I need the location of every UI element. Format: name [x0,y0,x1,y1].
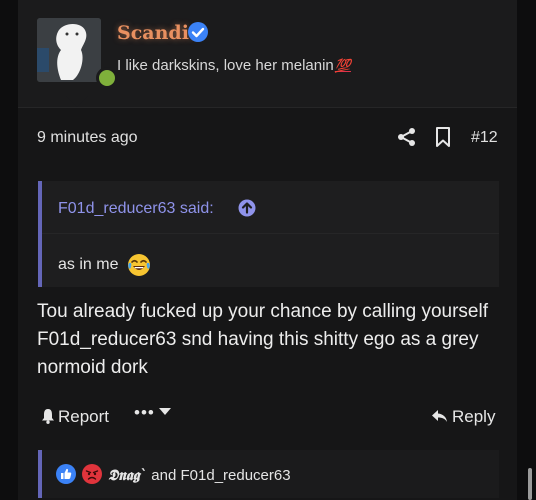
quote-author-link[interactable]: F01d_reducer63 said: [58,200,214,218]
hundred-points-icon: 💯 [334,58,351,73]
reactor-name-2[interactable]: F01d_reducer63 [181,467,291,484]
post-author-name[interactable]: Scandi. [117,22,196,44]
quote-block: F01d_reducer63 said: as in me [38,181,499,287]
joy-emoji-icon [127,254,150,276]
scrollbar[interactable] [528,468,532,500]
report-button[interactable]: Report [41,407,109,427]
post-user-block: Scandi. I like darkskins, love her melan… [18,0,517,108]
post-number-link[interactable]: #12 [471,129,498,147]
more-options-label: ••• [134,403,155,422]
report-label: Report [58,407,110,426]
bell-icon [42,409,54,424]
post-meta-row: 9 minutes ago #12 [18,112,517,162]
user-title-text: I like darkskins, love her melanin [117,57,334,74]
post-actions: Report ••• Reply [18,398,517,438]
online-status-icon [96,67,118,89]
post-container: Scandi. I like darkskins, love her melan… [18,0,517,500]
jump-to-quote-icon[interactable] [238,199,256,217]
reply-label: Reply [452,407,496,426]
angry-icon [82,464,102,484]
quote-header: F01d_reducer63 said: [42,181,499,234]
chevron-down-icon [158,408,171,415]
like-icon [56,464,76,484]
reactor-name-1[interactable]: 𝕯𝖓𝖆𝖌` [108,466,147,484]
more-options-button[interactable]: ••• [134,403,171,423]
bookmark-icon[interactable] [433,126,453,148]
user-block-pointer [66,96,88,107]
reply-icon [432,410,447,422]
post-timestamp[interactable]: 9 minutes ago [37,129,138,147]
reply-button[interactable]: Reply [431,407,495,427]
avatar[interactable] [37,18,101,82]
reactions-text[interactable]: 𝕯𝖓𝖆𝖌` and F01d_reducer63 [108,466,291,484]
quote-body: as in me [58,253,151,277]
post-message: Tou already fucked up your chance by cal… [37,301,488,378]
reactions-joiner: and [147,467,181,484]
user-title: I like darkskins, love her melanin💯 [117,57,351,74]
share-icon[interactable] [396,126,418,148]
verified-badge-icon [188,22,208,42]
quote-text: as in me [58,256,119,274]
reactions-bar[interactable]: 𝕯𝖓𝖆𝖌` and F01d_reducer63 [38,450,499,498]
